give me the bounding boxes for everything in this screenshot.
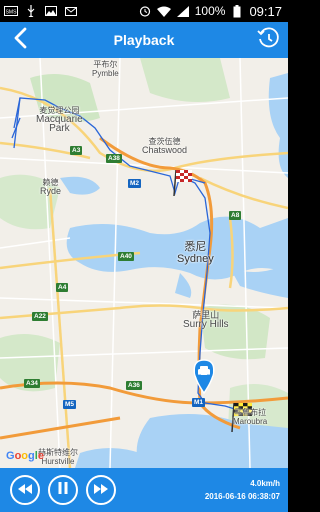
sim-icon: SMS [4,5,18,17]
road-shield-a34: A34 [24,379,40,388]
timestamp-readout: 2016-06-16 06:38:07 [204,492,280,501]
map-view[interactable]: 平布尔 Pymble 麦觉理公园 Macquarie Park 查茨伍德 Cha… [0,58,288,468]
map-label-macquarie: 麦觉理公园 Macquarie Park [36,106,83,134]
road-shield-a40: A40 [118,252,134,261]
road-shield-a38: A38 [106,154,122,163]
usb-icon [24,5,38,17]
map-label-surry-hills: 萨里山 Surry Hills [183,310,229,330]
speed-readout: 4.0km/h [250,479,280,488]
map-label-pymble: 平布尔 Pymble [92,60,119,78]
clock-history-icon [256,26,280,55]
back-button[interactable] [6,26,34,54]
road-shield-m1: M1 [192,398,206,407]
mail-icon [64,5,78,17]
map-label-sydney: 悉尼 Sydney [177,241,214,265]
road-shield-m5: M5 [63,400,77,409]
battery-percent: 100% [194,4,226,18]
road-shield-a3: A3 [70,146,83,155]
road-shield-a36: A36 [126,381,142,390]
rewind-icon [18,481,32,499]
fast-forward-button[interactable] [86,475,116,505]
page-title: Playback [113,32,175,48]
map-label-ryde: 赖德 Ryde [40,178,62,196]
image-icon [44,5,58,17]
road-shield-a8: A8 [229,211,242,220]
road-shield-m2: M2 [128,179,142,188]
history-button[interactable] [254,26,282,54]
wifi-icon [156,5,171,17]
map-label-maroubra: 马鲁布拉 Maroubra [233,408,268,426]
battery-icon [230,4,244,17]
vehicle-marker-icon [193,359,215,395]
map-label-hurstville: 赫斯特维尔 Hurstville [38,448,78,466]
map-label-chatswood: 查茨伍德 Chatswood [142,137,188,155]
signal-icon [176,5,190,17]
chevron-left-icon [12,27,28,54]
road-shield-a22: A22 [32,312,48,321]
alarm-icon [138,5,152,17]
playback-controls: 4.0km/h 2016-06-16 06:38:07 [0,468,288,512]
status-bar: SMS 100% 09:17 [0,0,288,22]
google-logo: Google [6,450,44,462]
svg-text:SMS: SMS [6,10,18,16]
rewind-button[interactable] [10,475,40,505]
pause-icon [58,481,68,499]
app-bar: Playback [0,22,288,58]
road-shield-a4: A4 [56,283,69,292]
clock-time: 09:17 [249,3,282,19]
start-flag-icon [173,169,192,197]
fast-forward-icon [94,481,108,499]
pause-button[interactable] [48,475,78,505]
